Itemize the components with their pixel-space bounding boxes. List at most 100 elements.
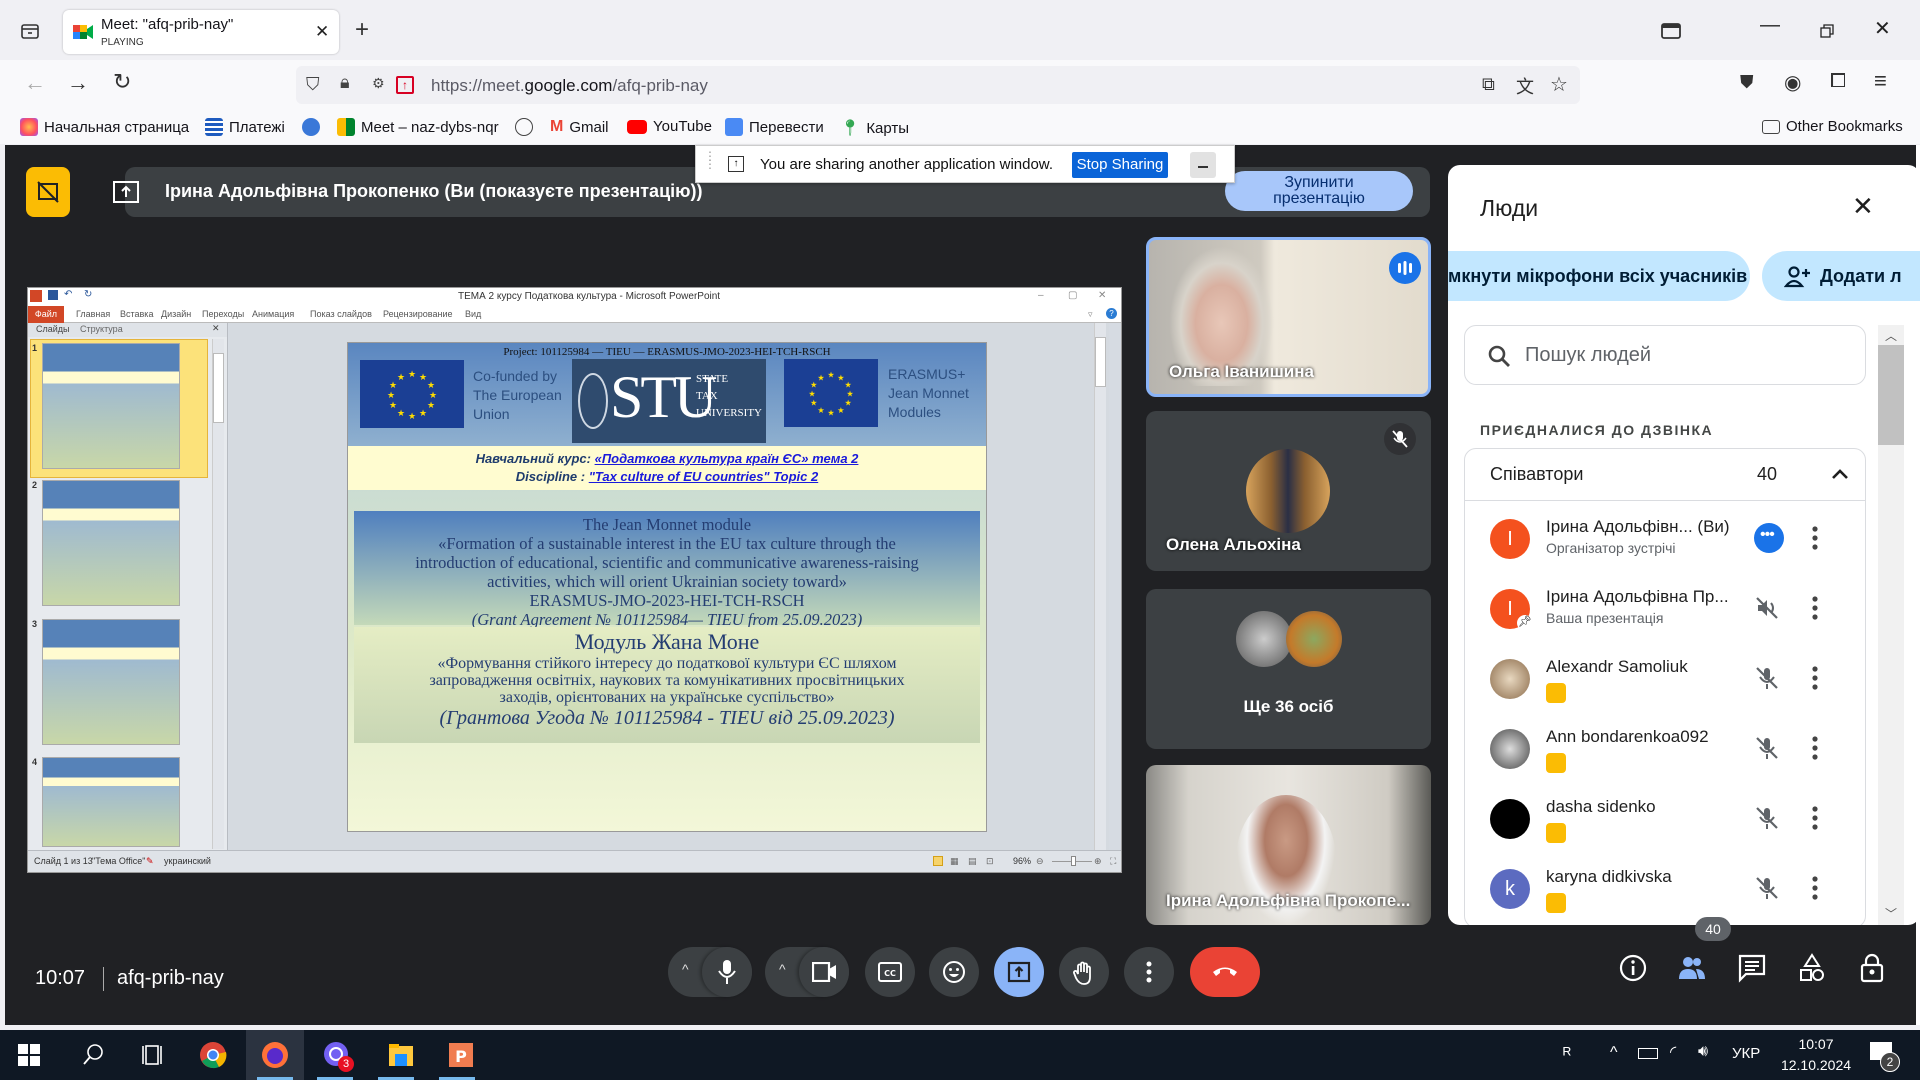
slide-thumbnail-2[interactable]	[42, 480, 180, 606]
mic-off-icon[interactable]	[1754, 875, 1780, 901]
zoom-in-icon[interactable]: ⊕	[1094, 856, 1102, 867]
bookmark-translate[interactable]: Перевести	[725, 118, 824, 136]
slide-scrollbar[interactable]	[1094, 323, 1106, 850]
leave-call-button[interactable]	[1190, 947, 1260, 997]
collapse-chevron-icon[interactable]	[1831, 468, 1849, 480]
bookmark-star-icon[interactable]: ☆	[1550, 72, 1568, 97]
help-icon[interactable]: ?	[1106, 308, 1117, 319]
slideshow-view-icon[interactable]: ⊡	[986, 856, 994, 867]
chevron-up-icon[interactable]: ^	[682, 961, 689, 977]
slide-thumbnail-1[interactable]	[42, 343, 180, 469]
bookmark-mvp[interactable]	[302, 118, 320, 136]
close-window-icon[interactable]: ✕	[1874, 16, 1891, 41]
input-language[interactable]: УКР	[1732, 1045, 1760, 1062]
url-text[interactable]: https://meet.google.com/afq-prib-nay	[431, 76, 708, 96]
ppt-close-icon[interactable]: ✕	[1098, 290, 1106, 301]
people-tray-icon[interactable]: ᴿ	[1563, 1044, 1571, 1065]
tab-outline[interactable]: Структура	[80, 324, 123, 334]
pocket-icon[interactable]: ⛊	[1740, 72, 1754, 93]
file-explorer-icon[interactable]	[386, 1040, 416, 1070]
tab-slides[interactable]: Слайды	[36, 324, 70, 334]
ribbon-tab-animation[interactable]: Анимация	[252, 309, 294, 319]
zoom-level[interactable]: 96%	[1013, 856, 1031, 866]
extensions-icon[interactable]: ⧠	[1830, 70, 1846, 93]
close-panel-icon[interactable]: ✕	[1852, 191, 1874, 222]
scrollbar-thumb[interactable]	[1878, 345, 1904, 445]
bookmark-globe[interactable]	[515, 118, 533, 136]
chevron-up-icon[interactable]: ^	[779, 961, 786, 977]
tab-close-icon[interactable]: ✕	[315, 22, 329, 42]
bookmark-home[interactable]: Начальная страница	[20, 118, 189, 136]
redo-icon[interactable]: ↻	[84, 289, 92, 300]
address-bar[interactable]: ⛉ 🔒︎ ⚙ ↑ https://meet.google.com/afq-pri…	[296, 66, 1580, 104]
picture-in-picture-icon[interactable]: ⧉	[1482, 74, 1495, 95]
add-people-button[interactable]: Додати л	[1762, 251, 1920, 301]
ribbon-tab-review[interactable]: Рецензирование	[383, 309, 453, 319]
fit-window-icon[interactable]: ⛶	[1110, 856, 1116, 867]
panel-close-icon[interactable]: ✕	[212, 323, 220, 334]
language[interactable]: украинский	[164, 856, 211, 866]
zoom-slider-thumb[interactable]	[1071, 856, 1076, 866]
more-options-button[interactable]	[1124, 947, 1174, 997]
mic-off-icon[interactable]	[1754, 735, 1780, 761]
video-tile-olena[interactable]: Олена Альохіна	[1146, 411, 1431, 571]
lock-icon[interactable]: 🔒︎	[340, 72, 350, 93]
sorter-view-icon[interactable]: ▦	[950, 856, 959, 867]
video-tile-self[interactable]: Ірина Адольфівна Прокопе...	[1146, 765, 1431, 925]
bookmark-gmail[interactable]: M Gmail	[550, 118, 609, 136]
firefox-taskbar-icon[interactable]	[260, 1040, 290, 1070]
participant-row[interactable]: Alexandr Samoliuk	[1465, 649, 1865, 719]
translate-page-icon[interactable]: 文	[1516, 73, 1534, 99]
people-button[interactable]	[1677, 953, 1713, 989]
participant-row[interactable]: I Ірина Адольфівн... (Ви) Організатор зу…	[1465, 509, 1865, 579]
more-vert-icon[interactable]	[1811, 595, 1819, 621]
window-list-icon[interactable]	[1660, 22, 1682, 40]
powerpoint-taskbar-icon[interactable]: P	[446, 1040, 476, 1070]
back-icon[interactable]: ←	[24, 70, 46, 96]
stop-sharing-button[interactable]: Stop Sharing	[1072, 152, 1168, 178]
ribbon-tab-home[interactable]: Главная	[76, 309, 110, 319]
raise-hand-button[interactable]	[1059, 947, 1109, 997]
meeting-details-button[interactable]	[1618, 953, 1654, 989]
forward-icon[interactable]: →	[67, 70, 89, 96]
ribbon-tab-view[interactable]: Вид	[465, 309, 481, 319]
reading-view-icon[interactable]: ▤	[968, 856, 977, 867]
bookmark-meet[interactable]: Meet – naz-dybs-nqr	[337, 118, 499, 136]
microphone-button[interactable]	[702, 947, 752, 997]
mute-all-button[interactable]: мкнути мікрофони всіх учасників	[1448, 251, 1750, 301]
drag-handle[interactable]: ⋮ ⋮	[704, 150, 716, 170]
current-slide[interactable]: Project: 101125984 — TIEU — ERASMUS-JMO-…	[347, 342, 987, 832]
system-clock[interactable]: 10:07 12.10.2024	[1776, 1034, 1856, 1076]
audio-off-icon[interactable]	[1754, 595, 1780, 621]
video-settings-button[interactable]: ^	[765, 947, 849, 997]
ppt-minimize-icon[interactable]: –	[1038, 290, 1044, 301]
participant-row[interactable]: Ann bondarenkoa092	[1465, 719, 1865, 789]
ribbon-tab-transitions[interactable]: Переходы	[202, 309, 244, 319]
chat-button[interactable]	[1737, 953, 1773, 989]
more-vert-icon[interactable]	[1811, 875, 1819, 901]
screen-share-indicator-icon[interactable]: ↑	[396, 76, 414, 94]
hide-notice-button[interactable]	[1190, 152, 1216, 178]
ribbon-tab-file[interactable]: Файл	[28, 306, 64, 323]
present-now-button[interactable]	[994, 947, 1044, 997]
video-tile-speaker[interactable]: Ольга Іванишина	[1146, 237, 1431, 397]
spellcheck-icon[interactable]: ✎	[146, 856, 154, 867]
account-icon[interactable]: ◉	[1784, 70, 1801, 95]
more-vert-icon[interactable]	[1811, 735, 1819, 761]
restore-icon[interactable]	[1820, 24, 1834, 38]
save-icon[interactable]	[48, 290, 58, 300]
slide-thumbnail-3[interactable]	[42, 619, 180, 745]
more-participants-tile[interactable]: Ще 36 осіб	[1146, 589, 1431, 749]
reload-icon[interactable]: ↻	[113, 69, 131, 95]
more-vert-icon[interactable]	[1811, 805, 1819, 831]
more-options-blue-icon[interactable]: •••	[1754, 523, 1784, 553]
normal-view-icon[interactable]	[933, 856, 943, 866]
ribbon-tab-insert[interactable]: Вставка	[120, 309, 153, 319]
other-bookmarks[interactable]: Other Bookmarks	[1762, 118, 1903, 135]
group-header[interactable]: Співавтори 40	[1465, 449, 1865, 501]
participant-row[interactable]: dasha sidenko	[1465, 789, 1865, 859]
permissions-icon[interactable]: ⚙	[372, 75, 385, 92]
chrome-icon[interactable]	[198, 1040, 228, 1070]
activities-button[interactable]	[1797, 953, 1833, 989]
mic-off-icon[interactable]	[1754, 665, 1780, 691]
